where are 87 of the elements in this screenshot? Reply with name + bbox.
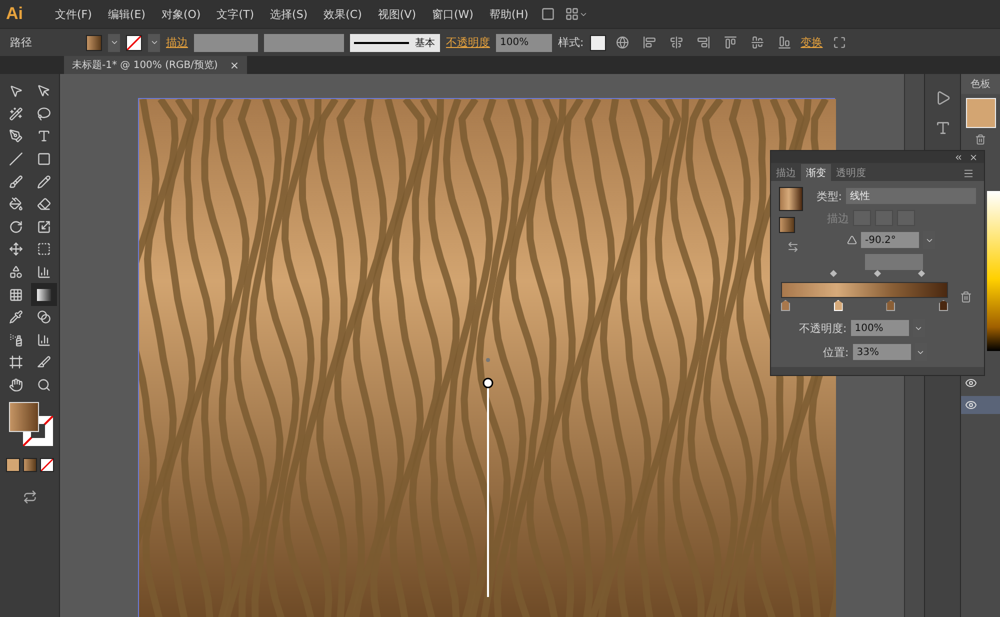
opacity-label: 不透明度:: [799, 320, 847, 336]
direct-tool-icon: [36, 84, 50, 98]
brush-tool-icon: [8, 174, 22, 189]
close-icon[interactable]: [969, 152, 978, 162]
menu-item[interactable]: 文件(F): [48, 6, 99, 22]
stroke-link[interactable]: 描边: [166, 35, 188, 50]
rect-tool-icon: [36, 152, 50, 166]
opacity-field[interactable]: 100%: [496, 34, 552, 52]
graph-tool-icon: [36, 332, 50, 347]
type-label: 类型:: [816, 188, 842, 204]
location-field[interactable]: 33%: [852, 344, 911, 360]
visibility-eye-icon[interactable]: [965, 399, 977, 411]
warp-tool-icon: [8, 242, 22, 256]
stroke-line-sample: [354, 42, 409, 44]
object-type-label: 路径: [10, 35, 33, 50]
pencil-tool-icon: [36, 174, 50, 189]
select-tool-icon: [8, 84, 22, 98]
location-label: 位置:: [823, 344, 849, 360]
hand-tool-icon: [8, 378, 22, 392]
panel-tab[interactable]: 透明度: [831, 164, 871, 181]
builder-tool-icon: [8, 265, 22, 280]
transform-link[interactable]: 变换: [800, 35, 823, 50]
gradient-square-icon: [36, 288, 50, 301]
type-select[interactable]: 线性: [846, 188, 976, 204]
midpoint-icon[interactable]: [830, 270, 837, 278]
tool-button[interactable]: [30, 283, 56, 306]
blob-tool-icon: [8, 197, 22, 212]
fill-swatch[interactable]: [86, 34, 102, 50]
zoom-tool-icon: [36, 378, 50, 392]
stroke-weight-field[interactable]: [194, 34, 258, 52]
panel-tab[interactable]: 描边: [771, 164, 801, 181]
opacity-field[interactable]: 100%: [850, 320, 909, 336]
swatches-tab[interactable]: 色板: [961, 74, 1000, 94]
collapse-icon[interactable]: [954, 152, 963, 162]
fill-swatch[interactable]: [779, 217, 795, 233]
angle-field[interactable]: -90.2°: [861, 232, 919, 248]
gradient-preview[interactable]: [779, 187, 803, 211]
menu-item[interactable]: 编辑(E): [100, 6, 152, 22]
brush-field[interactable]: 基本: [350, 34, 440, 52]
scale-tool-icon: [36, 220, 50, 234]
gradient-stop[interactable]: [938, 300, 948, 311]
style-label: 样式:: [558, 35, 584, 50]
document-tab[interactable]: 未标题-1* @ 100% (RGB/预览) ×: [64, 56, 248, 74]
color-swatch[interactable]: [966, 98, 996, 128]
menu-item[interactable]: 选择(S): [263, 6, 315, 22]
layer-row[interactable]: [961, 396, 1000, 414]
app-logo: Ai: [6, 4, 24, 24]
artboard-tool-icon: [8, 355, 22, 370]
aspect-field: [865, 254, 923, 270]
opacity-link[interactable]: 不透明度: [446, 35, 490, 50]
none-button[interactable]: [40, 458, 54, 472]
stroke-swatch[interactable]: [126, 34, 142, 50]
menu-item[interactable]: 窗口(W): [424, 6, 480, 22]
type-tool-icon: [36, 129, 50, 144]
eyedropper-tool-icon: [8, 310, 22, 324]
panel-tab[interactable]: 渐变: [801, 164, 831, 181]
gradient-stop[interactable]: [886, 300, 896, 311]
blend-tool-icon: [36, 310, 50, 324]
midpoint-icon[interactable]: [874, 270, 882, 278]
mesh-tool-icon: [8, 288, 22, 302]
angle-icon: [847, 235, 857, 245]
gradient-annotator[interactable]: [481, 357, 495, 597]
color-spectrum[interactable]: [987, 191, 1000, 351]
menu-item[interactable]: 效果(C): [316, 6, 369, 22]
menu-item[interactable]: 帮助(H): [482, 6, 536, 22]
rotate-tool-icon: [8, 220, 22, 234]
style-swatch[interactable]: [590, 34, 606, 50]
pen-tool-icon: [8, 129, 22, 144]
line-tool-icon: [8, 152, 22, 166]
gradient-stop[interactable]: [781, 300, 790, 311]
menu-item[interactable]: 对象(O): [154, 6, 208, 22]
lasso-tool-icon: [36, 106, 50, 121]
gradient-button[interactable]: [22, 458, 36, 472]
menu-item[interactable]: 视图(V): [370, 6, 423, 22]
color-button[interactable]: [6, 458, 20, 472]
visibility-eye-icon[interactable]: [965, 377, 977, 389]
eraser-tool-icon: [36, 197, 50, 212]
close-tab-button[interactable]: ×: [230, 58, 240, 72]
spray-tool-icon: [8, 332, 22, 347]
transform-tool-icon: [36, 242, 50, 256]
document-title: 未标题-1* @ 100% (RGB/预览): [72, 58, 218, 72]
midpoint-icon[interactable]: [918, 270, 926, 278]
wand-tool-icon: [8, 106, 22, 121]
menu-item[interactable]: 文字(T): [210, 6, 262, 22]
variable-width-field[interactable]: [264, 34, 344, 52]
slice-tool-icon: [36, 355, 50, 370]
gradient-ramp[interactable]: [781, 282, 948, 298]
